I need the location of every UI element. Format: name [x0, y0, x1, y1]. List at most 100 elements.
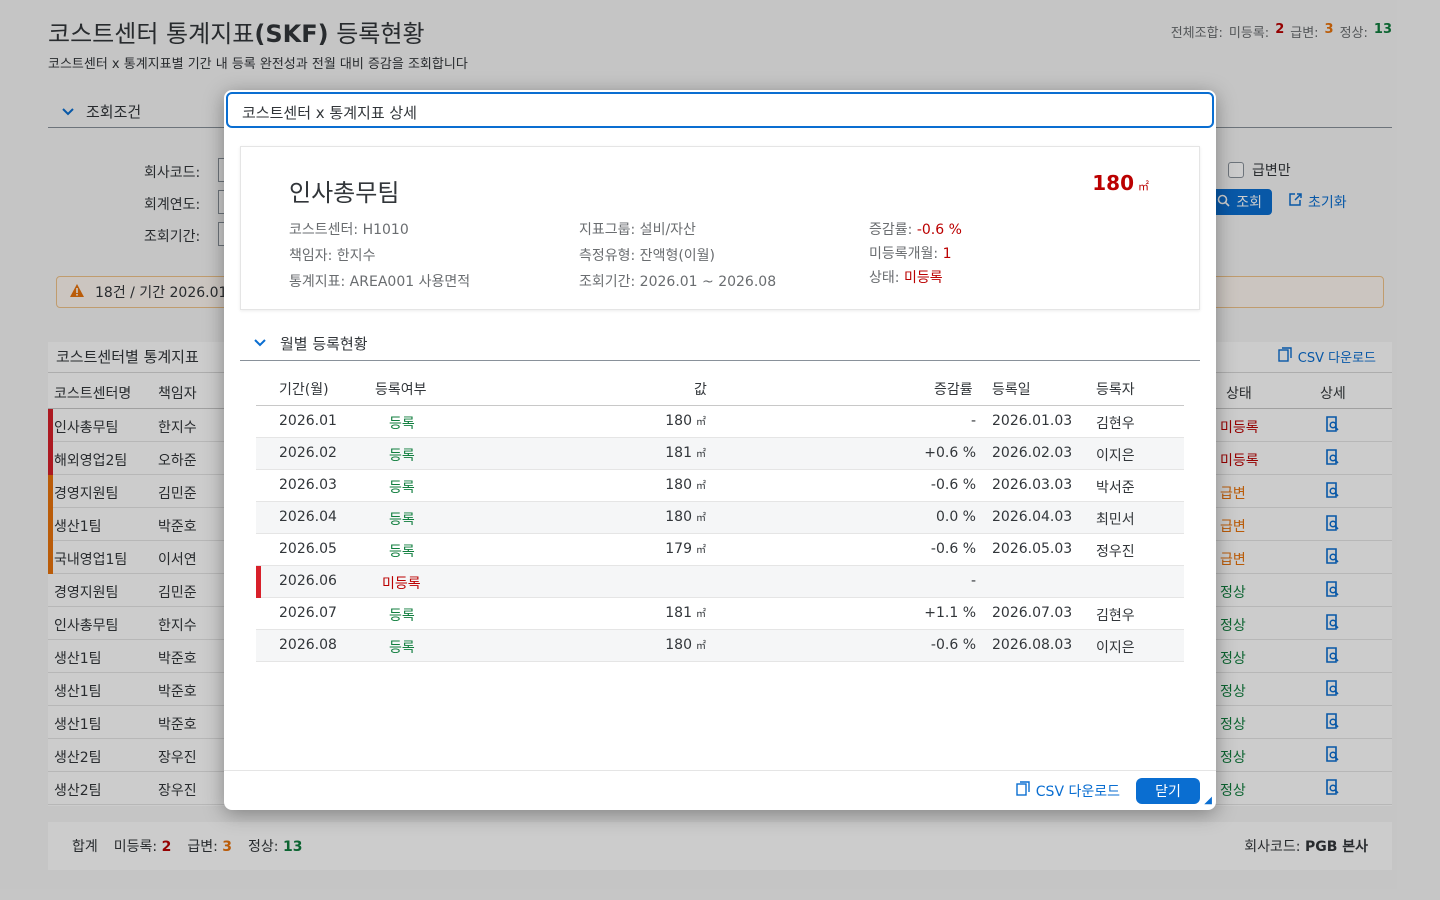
row-registered: 등록: [389, 480, 415, 496]
change-rate: 증감률: -0.6 %: [869, 219, 962, 239]
row-change: -: [970, 413, 976, 429]
dialog-footer: CSV 다운로드 닫기: [224, 770, 1216, 810]
row-value-unit: ㎡: [696, 545, 706, 556]
row-date: 2026.01.03: [992, 413, 1073, 429]
row-value-unit: ㎡: [696, 609, 706, 620]
current-value-number: 180: [1092, 171, 1134, 195]
row-user: 이지은: [1096, 640, 1135, 656]
row-user: 최민서: [1096, 512, 1135, 528]
col-registered: 등록여부: [375, 382, 427, 398]
row-date: 2026.03.03: [992, 477, 1073, 493]
row-registered: 등록: [389, 640, 415, 656]
dialog-title: 코스트센터 x 통계지표 상세: [226, 92, 1214, 128]
dialog-csv-download-button[interactable]: CSV 다운로드: [1016, 781, 1120, 801]
status-info: 상태: 미등록: [869, 267, 943, 287]
row-date: 2026.07.03: [992, 605, 1073, 621]
row-date: 2026.05.03: [992, 541, 1073, 557]
row-value: 181 ㎡: [665, 445, 706, 461]
row-registered: 등록: [389, 512, 415, 528]
row-date: 2026.08.03: [992, 637, 1073, 653]
row-period: 2026.03: [279, 477, 337, 493]
row-change: -: [970, 573, 976, 589]
monthly-table-header: 기간(월) 등록여부 값 증감률 등록일 등록자: [256, 370, 1184, 406]
cost-center-code: 코스트센터: H1010: [289, 222, 409, 238]
unreg-months: 미등록개월: 1: [869, 243, 952, 263]
row-change: -0.6 %: [930, 477, 976, 493]
row-period: 2026.07: [279, 605, 337, 621]
unregistered-marker: [256, 566, 261, 598]
indicator-group: 지표그룹: 설비/자산: [579, 222, 696, 238]
unreg-months-label: 미등록개월:: [869, 246, 939, 262]
unreg-months-value: 1: [942, 246, 952, 262]
row-value-number: 180: [665, 413, 692, 429]
row-user: 정우진: [1096, 544, 1135, 560]
change-rate-value: -0.6 %: [916, 222, 962, 238]
monthly-table: 기간(월) 등록여부 값 증감률 등록일 등록자 2026.01 등록 180 ㎡ -2…: [256, 370, 1184, 662]
monthly-row: 2026.01 등록 180 ㎡ -2026.01.03 김현우: [256, 406, 1184, 438]
row-user: 김현우: [1096, 416, 1135, 432]
current-value-unit: ㎡: [1138, 180, 1149, 193]
monthly-row: 2026.03 등록 180 ㎡ -0.6 % 2026.03.03 박서준: [256, 470, 1184, 502]
monthly-row: 2026.05 등록 179 ㎡ -0.6 % 2026.05.03 정우진: [256, 534, 1184, 566]
row-value-number: 180: [665, 637, 692, 653]
row-value: 181 ㎡: [665, 605, 706, 621]
indicator-info: 통계지표: AREA001 사용면적: [289, 274, 471, 290]
row-value-number: 180: [665, 477, 692, 493]
row-value-number: 181: [665, 445, 692, 461]
row-change: +1.1 %: [924, 605, 976, 621]
row-value: 180 ㎡: [665, 413, 706, 429]
current-value: 180 ㎡: [1092, 171, 1149, 195]
row-value-unit: ㎡: [696, 513, 706, 524]
detail-dialog: 코스트센터 x 통계지표 상세 인사총무팀 180 ㎡ 코스트센터: H1010 …: [224, 90, 1216, 810]
row-period: 2026.01: [279, 413, 337, 429]
col-value: 값: [694, 382, 707, 398]
row-value: [702, 573, 706, 589]
monthly-row: 2026.06 미등록 -: [256, 566, 1184, 598]
row-value-number: 180: [665, 509, 692, 525]
row-period: 2026.04: [279, 509, 337, 525]
monthly-row: 2026.07 등록 181 ㎡ +1.1 % 2026.07.03 김현우: [256, 598, 1184, 630]
row-period: 2026.08: [279, 637, 337, 653]
monthly-row: 2026.04 등록 180 ㎡ 0.0 % 2026.04.03 최민서: [256, 502, 1184, 534]
csv-icon: [1016, 781, 1030, 800]
row-value-unit: ㎡: [696, 481, 706, 492]
monthly-table-body: 2026.01 등록 180 ㎡ -2026.01.03 김현우 2026.02 등록 181 ㎡…: [256, 406, 1184, 662]
row-change: 0.0 %: [935, 509, 976, 525]
monthly-row: 2026.08 등록 180 ㎡ -0.6 % 2026.08.03 이지은: [256, 630, 1184, 662]
query-period: 조회기간: 2026.01 ~ 2026.08: [579, 274, 777, 290]
close-button[interactable]: 닫기: [1136, 777, 1200, 804]
owner-info: 책임자: 한지수: [289, 248, 376, 264]
col-change: 증감률: [934, 382, 973, 398]
row-user: 김현우: [1096, 608, 1135, 624]
resize-handle-icon[interactable]: ◢: [1204, 795, 1212, 806]
row-change: -0.6 %: [930, 541, 976, 557]
row-registered: 등록: [389, 416, 415, 432]
row-value-number: 181: [665, 605, 692, 621]
row-value-unit: ㎡: [696, 641, 706, 652]
dialog-csv-label: CSV 다운로드: [1035, 783, 1120, 800]
status-label: 상태:: [869, 270, 900, 286]
row-change: -0.6 %: [930, 637, 976, 653]
row-value: 179 ㎡: [665, 541, 706, 557]
row-user: 박서준: [1096, 480, 1135, 496]
chevron-down-icon: [254, 336, 266, 350]
monthly-section-toggle[interactable]: 월별 등록현황: [240, 326, 1200, 361]
status-value: 미등록: [903, 270, 943, 286]
col-user: 등록자: [1096, 382, 1135, 398]
row-change: +0.6 %: [924, 445, 976, 461]
row-value: 180 ㎡: [665, 637, 706, 653]
row-value: 180 ㎡: [665, 477, 706, 493]
row-value-unit: ㎡: [696, 449, 706, 460]
row-date: 2026.02.03: [992, 445, 1073, 461]
row-registered: 등록: [389, 544, 415, 560]
row-registered: 등록: [389, 608, 415, 624]
row-value: 180 ㎡: [665, 509, 706, 525]
row-value-unit: ㎡: [696, 417, 706, 428]
row-registered: 등록: [389, 448, 415, 464]
row-date: 2026.04.03: [992, 509, 1073, 525]
monthly-row: 2026.02 등록 181 ㎡ +0.6 % 2026.02.03 이지은: [256, 438, 1184, 470]
row-user: 이지은: [1096, 448, 1135, 464]
row-value-number: 179: [665, 541, 692, 557]
col-date: 등록일: [992, 382, 1031, 398]
change-rate-label: 증감률:: [869, 222, 913, 238]
